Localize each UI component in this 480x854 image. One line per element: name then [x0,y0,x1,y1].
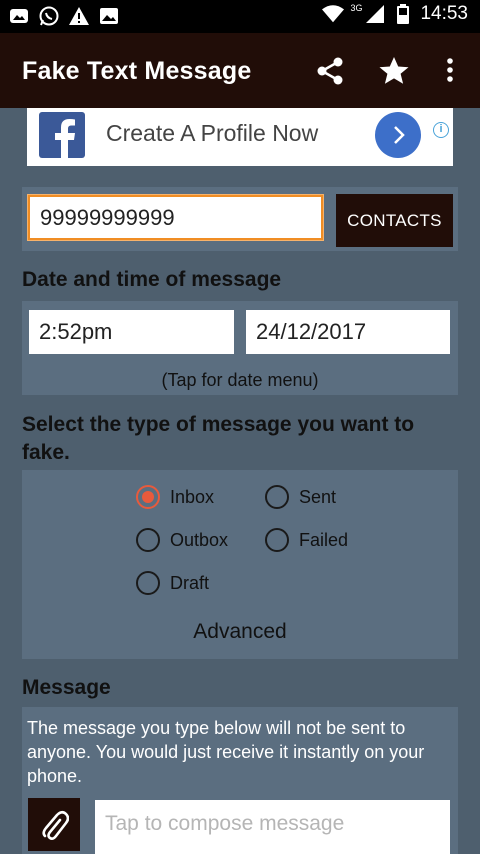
facebook-logo-icon [39,112,85,158]
radio-indicator [136,571,160,595]
radio-label: Failed [299,529,349,550]
message-type-panel: Inbox Sent Outbox Failed Draft Advanced [22,470,458,659]
battery-icon [392,3,414,25]
photo-icon [8,5,30,27]
radio-label: Sent [299,486,337,507]
ad-info-icon[interactable]: i [433,122,449,138]
date-time-heading: Date and time of message [22,268,282,291]
status-bar: 3G 14:53 [0,0,480,33]
network-type: 3G [350,3,363,13]
message-type-heading: Select the type of message you want to f… [22,413,415,464]
image-icon [98,5,120,27]
radio-label: Draft [170,572,210,593]
message-heading: Message [22,676,111,699]
radio-indicator [136,485,160,509]
share-icon[interactable] [312,53,348,89]
compose-message-input[interactable]: Tap to compose message [95,800,450,854]
advanced-button[interactable]: Advanced [22,620,458,644]
radio-label: Inbox [170,486,215,507]
radio-label: Outbox [170,529,229,550]
overflow-menu-icon[interactable] [432,53,468,89]
date-menu-hint[interactable]: (Tap for date menu) [22,370,458,391]
radio-sent[interactable]: Sent [265,485,336,509]
contacts-button[interactable]: CONTACTS [336,194,453,247]
date-field[interactable]: 24/12/2017 [246,310,450,354]
radio-inbox[interactable]: Inbox [136,485,214,509]
time-field[interactable]: 2:52pm [29,310,234,354]
ad-banner[interactable]: Create A Profile Now i [27,108,453,166]
app-bar: Fake Text Message [0,33,480,108]
phone-number-input[interactable]: 99999999999 [28,195,323,240]
radio-outbox[interactable]: Outbox [136,528,228,552]
clock: 14:53 [420,3,468,24]
date-time-panel: 2:52pm 24/12/2017 (Tap for date menu) [22,301,458,395]
radio-indicator [265,485,289,509]
ad-text: Create A Profile Now [106,120,319,146]
star-icon[interactable] [376,53,412,89]
radio-indicator [136,528,160,552]
signal-icon [364,3,386,25]
radio-failed[interactable]: Failed [265,528,348,552]
wifi-icon [322,3,345,25]
app-title: Fake Text Message [22,57,252,85]
message-panel: The message you type below will not be s… [22,707,458,854]
attach-icon[interactable] [28,798,80,851]
warning-icon [68,5,90,27]
whatsapp-icon [38,5,60,27]
radio-draft[interactable]: Draft [136,571,209,595]
message-note: The message you type below will not be s… [27,718,425,786]
phone-panel: 99999999999 CONTACTS [22,187,458,251]
radio-indicator [265,528,289,552]
chevron-right-icon[interactable] [375,112,421,158]
